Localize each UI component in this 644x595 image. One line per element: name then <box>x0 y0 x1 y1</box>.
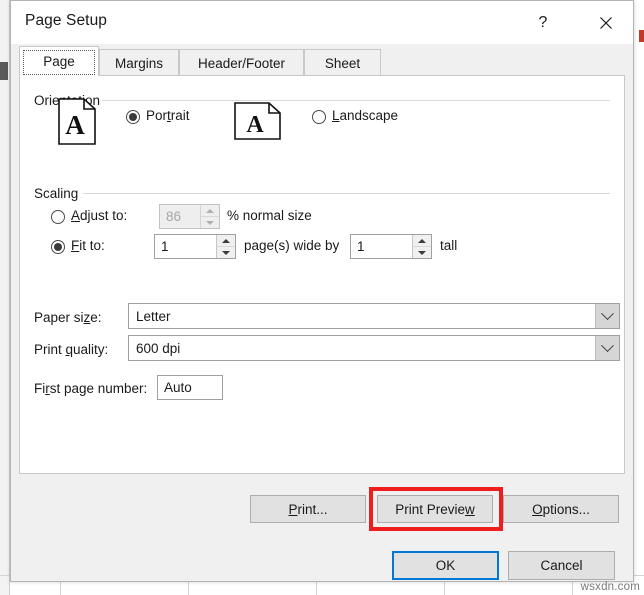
print-quality-label: Print quality: <box>34 342 109 357</box>
adjust-to-label: Adjust to: <box>71 208 128 223</box>
tab-header-footer-label: Header/Footer <box>197 55 286 71</box>
tab-strip: Page Margins Header/Footer Sheet <box>11 44 633 76</box>
print-quality-combobox[interactable]: 600 dpi <box>128 335 620 361</box>
adjust-to-spinner[interactable]: 86 <box>159 204 220 229</box>
tab-margins[interactable]: Margins <box>99 49 179 76</box>
adjust-to-spin-buttons[interactable] <box>200 205 219 228</box>
print-button-label: Print... <box>288 501 328 517</box>
fit-to-radio[interactable] <box>51 240 65 254</box>
fit-to-tall-spin-up[interactable] <box>413 235 431 247</box>
first-page-number-value: Auto <box>164 380 192 395</box>
fit-to-label: Fit to: <box>71 238 105 253</box>
tab-page[interactable]: Page <box>19 46 99 76</box>
fit-to-wide-spin-buttons[interactable] <box>216 235 235 258</box>
adjust-to-spin-down[interactable] <box>201 217 219 228</box>
first-page-number-label: First page number: <box>34 381 148 396</box>
options-button[interactable]: Options... <box>503 495 619 523</box>
tab-header-footer[interactable]: Header/Footer <box>179 49 304 76</box>
excel-selected-cell-marker <box>0 62 8 80</box>
fit-to-wide-spinner[interactable]: 1 <box>154 234 236 259</box>
help-glyph: ? <box>538 13 548 31</box>
adjust-to-radio[interactable] <box>51 210 65 224</box>
fit-to-tall-spinner[interactable]: 1 <box>350 234 432 259</box>
portrait-page-icon[interactable]: A <box>58 98 96 150</box>
landscape-page-icon[interactable]: A <box>234 102 281 145</box>
adjust-to-suffix-label: % normal size <box>227 208 312 223</box>
site-watermark: wsxdn.com <box>580 581 640 593</box>
page-tab-panel: Orientation A Portrait A <box>19 75 625 474</box>
adjust-to-spin-up[interactable] <box>201 205 219 217</box>
cancel-button[interactable]: Cancel <box>508 551 615 580</box>
options-button-label: Options... <box>532 501 590 517</box>
dialog-title: Page Setup <box>25 12 108 29</box>
fit-to-tall-value: 1 <box>357 239 365 254</box>
paper-size-label: Paper size: <box>34 310 102 325</box>
fit-to-tall-spin-down[interactable] <box>413 247 431 258</box>
paper-size-combobox[interactable]: Letter <box>128 303 620 329</box>
page-setup-dialog: Page Setup ? Page Margins Header/Footer <box>10 0 634 582</box>
fit-to-wide-spin-up[interactable] <box>217 235 235 247</box>
fit-to-tall-spin-buttons[interactable] <box>412 235 431 258</box>
print-quality-value: 600 dpi <box>136 340 181 356</box>
fit-to-tall-label: tall <box>440 238 458 253</box>
help-icon[interactable]: ? <box>520 1 566 44</box>
orientation-group-rule <box>102 100 610 101</box>
dialog-titlebar: Page Setup ? <box>11 1 633 44</box>
fit-to-wide-spin-down[interactable] <box>217 247 235 258</box>
print-preview-button-label: Print Preview <box>395 501 475 517</box>
landscape-radio[interactable] <box>312 110 326 124</box>
ok-button[interactable]: OK <box>392 551 499 580</box>
fit-to-middle-label: page(s) wide by <box>244 238 340 253</box>
scaling-group-rule <box>83 193 610 194</box>
ok-button-label: OK <box>435 558 456 573</box>
tab-page-label: Page <box>43 54 75 69</box>
paper-size-value: Letter <box>136 308 171 324</box>
print-preview-button[interactable]: Print Preview <box>377 495 493 523</box>
cancel-button-label: Cancel <box>540 558 583 573</box>
tab-margins-label: Margins <box>114 55 163 71</box>
tab-sheet-label: Sheet <box>324 55 361 71</box>
adjust-to-value: 86 <box>166 209 182 224</box>
fit-to-wide-value: 1 <box>161 239 169 254</box>
first-page-number-input[interactable]: Auto <box>157 375 223 400</box>
svg-text:A: A <box>246 112 264 138</box>
portrait-radio[interactable] <box>126 110 140 124</box>
landscape-label: Landscape <box>332 108 399 123</box>
tab-sheet[interactable]: Sheet <box>304 49 381 76</box>
screen: Page Setup ? Page Margins Header/Footer <box>0 0 644 595</box>
excel-red-marker <box>639 30 644 42</box>
excel-row-header-strip <box>0 0 10 595</box>
print-quality-chevron-down-icon[interactable] <box>595 336 619 360</box>
print-button[interactable]: Print... <box>250 495 366 523</box>
svg-text:A: A <box>65 110 85 140</box>
scaling-group-label: Scaling <box>34 186 84 201</box>
close-icon[interactable] <box>583 1 629 44</box>
paper-size-chevron-down-icon[interactable] <box>595 304 619 328</box>
portrait-label: Portrait <box>146 108 190 123</box>
